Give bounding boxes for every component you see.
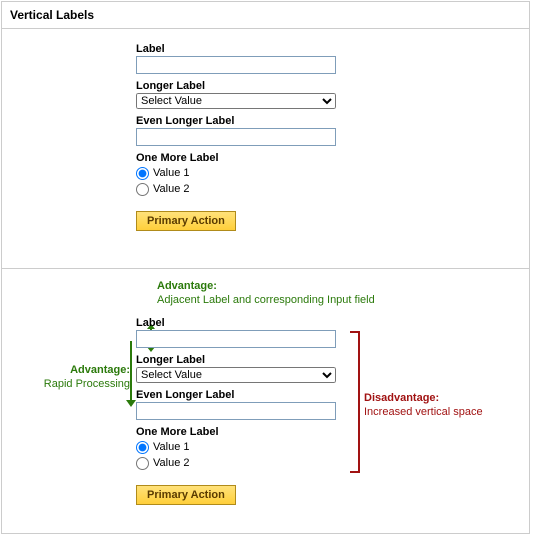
label-3: Even Longer Label (136, 389, 346, 401)
annotation-top: Advantage: Adjacent Label and correspond… (157, 279, 437, 307)
text-input-2[interactable] (136, 402, 336, 420)
label-1: Label (136, 317, 346, 329)
label-4: One More Label (136, 152, 346, 164)
annotation-left: Advantage: Rapid Processing (12, 363, 130, 391)
radio-label-1: Value 1 (153, 165, 190, 181)
section-header: Vertical Labels (2, 2, 529, 29)
bracket-icon (350, 331, 360, 473)
annotation-right-text: Increased vertical space (364, 406, 483, 418)
label-2: Longer Label (136, 354, 346, 366)
radio-value-1[interactable] (136, 167, 149, 180)
radio-label-1: Value 1 (153, 439, 190, 455)
radio-value-2[interactable] (136, 457, 149, 470)
annotation-left-text: Rapid Processing (44, 378, 130, 390)
form-block: Label Longer Label Select Value Even Lon… (136, 43, 346, 231)
annotation-right-title: Disadvantage: (364, 392, 439, 404)
label-1: Label (136, 43, 346, 55)
page-title: Vertical Labels (10, 8, 521, 22)
text-input-2[interactable] (136, 128, 336, 146)
arrow-down-icon (130, 341, 132, 401)
example-panel-annotated: Advantage: Adjacent Label and correspond… (2, 269, 529, 533)
text-input-1[interactable] (136, 56, 336, 74)
annotation-left-title: Advantage: (70, 364, 130, 376)
primary-action-button[interactable]: Primary Action (136, 485, 236, 505)
radio-value-2[interactable] (136, 183, 149, 196)
form-block: Label Longer Label Select Value Even Lon… (136, 317, 346, 505)
text-input-1[interactable] (136, 330, 336, 348)
radio-value-1[interactable] (136, 441, 149, 454)
annotation-top-text: Adjacent Label and corresponding Input f… (157, 294, 375, 306)
select-input[interactable]: Select Value (136, 367, 336, 383)
label-4: One More Label (136, 426, 346, 438)
example-panel-plain: Label Longer Label Select Value Even Lon… (2, 29, 529, 269)
select-input[interactable]: Select Value (136, 93, 336, 109)
label-2: Longer Label (136, 80, 346, 92)
radio-label-2: Value 2 (153, 455, 190, 471)
annotation-right: Disadvantage: Increased vertical space (364, 391, 524, 419)
radio-label-2: Value 2 (153, 181, 190, 197)
label-3: Even Longer Label (136, 115, 346, 127)
primary-action-button[interactable]: Primary Action (136, 211, 236, 231)
annotation-top-title: Advantage: (157, 280, 217, 292)
